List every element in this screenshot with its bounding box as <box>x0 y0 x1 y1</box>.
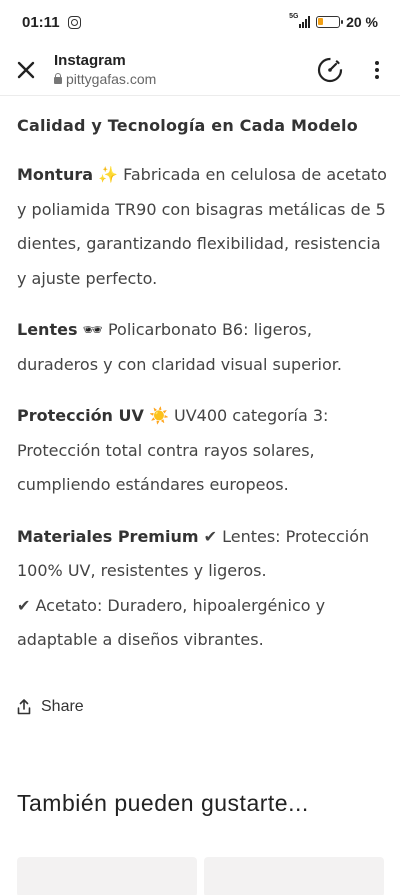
feature-label: Protección UV <box>17 406 144 425</box>
browser-title: Instagram <box>54 52 126 69</box>
feature-montura: Montura ✨ Fabricada en celulosa de aceta… <box>17 158 387 296</box>
instagram-notification-icon <box>67 15 81 29</box>
check-icon: ✔ <box>17 595 31 615</box>
more-vertical-icon <box>375 60 379 65</box>
feature-text: Acetato: Duradero, hipoalergénico y adap… <box>17 595 326 650</box>
share-icon <box>17 699 31 715</box>
recommendations-heading: También pueden gustarte... <box>17 790 309 816</box>
close-icon <box>17 61 35 78</box>
share-button[interactable]: Share <box>17 698 84 716</box>
status-right: 5G 20 % <box>289 13 378 30</box>
product-description: Calidad y Tecnología en Cada Modelo Mont… <box>17 96 387 658</box>
product-card[interactable] <box>204 857 384 895</box>
status-time: 01:11 <box>22 13 60 31</box>
product-card[interactable] <box>17 857 197 895</box>
speed-button[interactable] <box>310 50 350 90</box>
sun-icon: ☀️ <box>148 406 169 425</box>
section-heading: Calidad y Tecnología en Cada Modelo <box>17 116 358 135</box>
feature-materiales: Materiales Premium ✔ Lentes: Protección … <box>17 520 387 658</box>
check-icon: ✔ <box>203 526 218 546</box>
battery-percent: 20 % <box>346 14 378 30</box>
speed-icon <box>317 57 343 82</box>
share-label: Share <box>41 698 84 715</box>
more-options-button[interactable] <box>362 50 392 90</box>
battery-icon <box>316 16 344 28</box>
url-text: pittygafas.com <box>66 71 157 87</box>
sparkles-icon: ✨ <box>98 165 119 184</box>
feature-lentes: Lentes 🕶 Policarbonato B6: ligeros, dura… <box>17 313 387 382</box>
sunglasses-icon: 🕶 <box>82 320 103 339</box>
signal-icon: 5G <box>289 13 311 28</box>
browser-url: pittygafas.com <box>54 71 310 87</box>
network-type: 5G <box>289 13 299 20</box>
status-left: 01:11 <box>22 14 81 31</box>
lock-icon <box>54 73 62 84</box>
feature-label: Montura <box>17 165 94 184</box>
feature-label: Materiales Premium <box>17 526 199 546</box>
feature-label: Lentes <box>17 320 78 339</box>
feature-proteccion-uv: Protección UV ☀️ UV400 categoría 3: Prot… <box>17 399 387 503</box>
browser-title-block: Instagram pittygafas.com <box>52 52 310 87</box>
close-button[interactable] <box>0 44 52 96</box>
status-bar: 01:11 5G 20 % <box>0 0 400 44</box>
in-app-browser-header: Instagram pittygafas.com <box>0 44 400 96</box>
